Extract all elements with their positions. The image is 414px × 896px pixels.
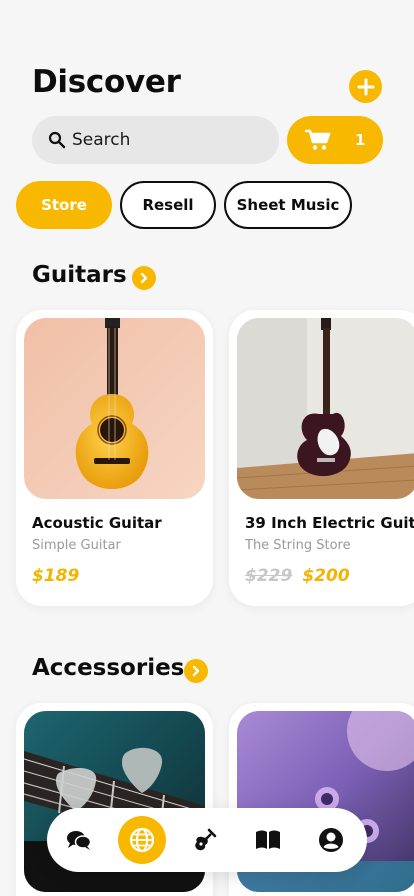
product-name: 39 Inch Electric Guitar <box>245 514 414 532</box>
nav-item-library[interactable] <box>244 816 292 864</box>
nav-item-profile[interactable] <box>307 816 355 864</box>
product-store: Simple Guitar <box>32 538 121 553</box>
product-card[interactable]: 39 Inch Electric Guitar The String Store… <box>229 310 414 606</box>
page-title: Discover <box>32 64 181 100</box>
cart-button[interactable]: 1 <box>287 116 383 164</box>
chevron-right-icon <box>192 665 200 677</box>
guitars-see-all-button[interactable] <box>132 266 156 290</box>
search-icon <box>48 131 66 149</box>
product-image-acoustic-guitar <box>24 318 205 499</box>
chat-bubbles-icon <box>67 831 92 850</box>
product-original-price: $229 <box>245 566 293 586</box>
product-store: The String Store <box>245 538 351 553</box>
chip-resell[interactable]: Resell <box>120 181 216 229</box>
product-image-electric-guitar <box>237 318 414 499</box>
chip-sheet-music[interactable]: Sheet Music <box>224 181 352 229</box>
nav-item-chat[interactable] <box>55 816 103 864</box>
product-card[interactable]: Acoustic Guitar Simple Guitar $189 <box>16 310 213 606</box>
nav-item-instruments[interactable] <box>181 816 229 864</box>
bottom-nav-bar <box>47 808 367 872</box>
search-input[interactable]: Search <box>32 116 279 164</box>
nav-item-discover[interactable] <box>118 816 166 864</box>
product-price: $189 <box>32 566 80 586</box>
chip-store[interactable]: Store <box>16 181 112 229</box>
section-title-guitars: Guitars <box>32 262 127 288</box>
chevron-right-icon <box>140 272 148 284</box>
user-icon <box>319 828 343 852</box>
plus-icon <box>357 78 374 95</box>
add-button[interactable] <box>349 70 382 103</box>
product-price: $200 <box>302 566 350 586</box>
globe-icon <box>129 827 155 853</box>
guitar-icon <box>195 828 217 851</box>
search-placeholder: Search <box>72 130 131 150</box>
accessories-see-all-button[interactable] <box>184 659 208 683</box>
book-icon <box>256 830 280 849</box>
product-name: Acoustic Guitar <box>32 514 162 532</box>
section-title-accessories: Accessories <box>32 655 185 681</box>
shopping-cart-icon <box>305 129 331 150</box>
cart-count: 1 <box>355 131 366 149</box>
